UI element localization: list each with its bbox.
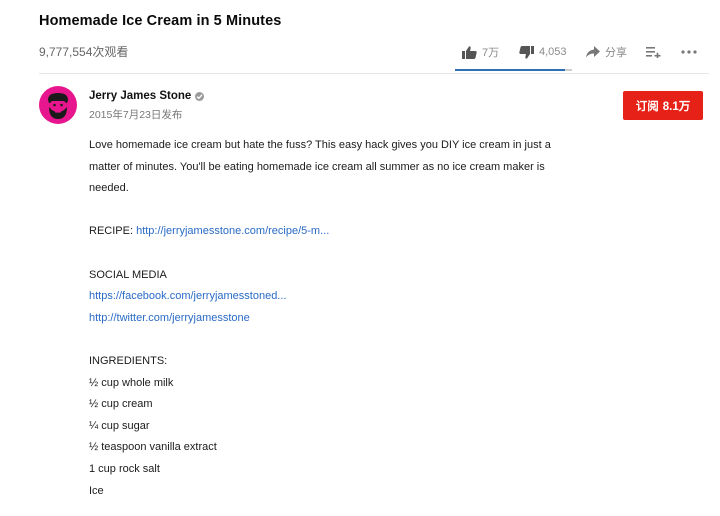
recipe-line: RECIPE: http://jerryjamesstone.com/recip…: [89, 221, 559, 243]
recipe-label: RECIPE:: [89, 225, 137, 238]
social-line: http://twitter.com/jerryjamesstone: [89, 308, 559, 330]
publish-date: 2015年7月23日发布: [89, 109, 183, 121]
dislike-count: 4,053: [539, 46, 567, 58]
twitter-link[interactable]: http://twitter.com/jerryjamesstone: [89, 312, 250, 324]
ingredient-item: ¼ cup sugar: [89, 419, 150, 432]
description-line: Love homemade ice cream but hate the fus…: [89, 139, 551, 151]
channel-avatar[interactable]: [39, 86, 77, 124]
share-button[interactable]: 分享: [586, 44, 627, 60]
ingredient-item: ½ teaspoon vanilla extract: [89, 441, 217, 454]
add-to-playlist-icon: [646, 46, 661, 58]
channel-name[interactable]: Jerry James Stone: [89, 90, 205, 102]
like-count: 7万: [482, 47, 500, 59]
bearded-face-icon: [48, 93, 68, 119]
ingredients-heading: INGREDIENTS:: [89, 354, 168, 367]
checkmark-icon: [196, 93, 203, 99]
video-info-panel: Homemade Ice Cream in 5 Minutes 9,777,55…: [0, 0, 720, 516]
subscribe-label: 订阅: [635, 100, 659, 113]
dislike-button[interactable]: 4,053: [519, 44, 567, 60]
add-to-playlist-button[interactable]: [646, 44, 661, 60]
sentiment-bar: [455, 69, 572, 71]
subscribe-button[interactable]: 订阅 8.1万: [623, 91, 703, 120]
description-line: matter of minutes. You'll be eating home…: [89, 160, 545, 173]
facebook-link[interactable]: https://facebook.com/jerryjamesstoned...: [89, 290, 286, 302]
sentiment-bar-fill: [455, 69, 565, 71]
more-horizontal-icon: [681, 50, 697, 54]
video-description: Love homemade ice cream but hate the fus…: [89, 135, 559, 502]
ingredient-item: 1 cup rock salt: [89, 462, 160, 475]
recipe-link[interactable]: http://jerryjamesstone.com/recipe/5-m...: [136, 225, 329, 237]
share-label: 分享: [605, 47, 627, 59]
description-line: needed.: [89, 182, 129, 195]
ingredient-item: ½ cup cream: [89, 398, 153, 411]
like-button[interactable]: 7万: [462, 44, 499, 60]
ingredient-item: ½ cup whole milk: [89, 376, 174, 389]
more-actions-button[interactable]: [681, 44, 697, 60]
action-bar: 7万 4,053 分享: [0, 0, 720, 74]
thumbs-up-icon: [462, 45, 477, 59]
share-arrow-icon: [586, 46, 600, 58]
social-line: https://facebook.com/jerryjamesstoned...: [89, 286, 559, 308]
subscriber-count: 8.1万: [662, 100, 691, 113]
social-heading: SOCIAL MEDIA: [89, 268, 167, 281]
thumbs-down-icon: [519, 45, 534, 59]
divider: [39, 73, 709, 74]
channel-name-text: Jerry James Stone: [89, 90, 192, 102]
verified-check-icon: [195, 91, 205, 101]
ingredient-item: Ice: [89, 484, 104, 497]
